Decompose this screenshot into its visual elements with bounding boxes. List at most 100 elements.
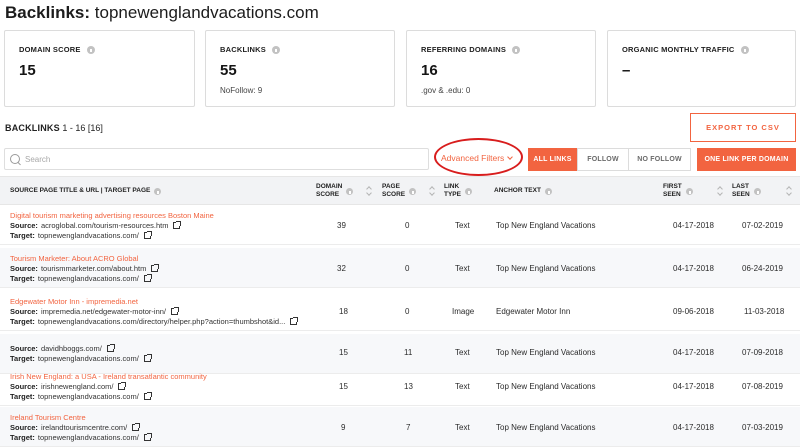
target-url: topnewenglandvacations.com/ (37, 231, 139, 240)
external-link-icon[interactable] (143, 392, 152, 400)
info-icon[interactable] (271, 45, 280, 54)
follow-button[interactable]: FOLLOW (577, 148, 629, 171)
table-row: Tourism Marketer: About ACRO Global Sour… (0, 248, 800, 288)
card-value: 15 (19, 62, 36, 79)
external-link-icon[interactable] (143, 274, 152, 282)
source-label: Source: (10, 307, 38, 316)
col-link-type-2: TYPE (444, 191, 461, 198)
card-value: 55 (220, 62, 237, 79)
table-row: Ireland Tourism Centre Source: irelandtou… (0, 407, 800, 447)
export-csv-button[interactable]: EXPORT TO CSV (690, 113, 796, 142)
col-domain-score-1: DOMAIN (316, 183, 343, 190)
first-seen-cell: 04-17-2018 (673, 264, 714, 273)
info-icon[interactable] (740, 45, 749, 54)
sort-icon[interactable] (429, 186, 435, 196)
info-icon[interactable] (346, 187, 354, 195)
card-value: 16 (421, 62, 438, 79)
source-url: davidhboggs.com/ (40, 344, 102, 353)
external-link-icon[interactable] (171, 307, 179, 315)
col-domain-score-2: SCORE (316, 191, 340, 198)
col-page-score-1: PAGE (382, 183, 400, 190)
external-link-icon[interactable] (290, 317, 299, 325)
info-icon[interactable] (154, 187, 162, 195)
all-links-button[interactable]: ALL LINKS (528, 148, 577, 171)
anchor-text-cell: Top New England Vacations (496, 221, 596, 230)
search-box[interactable] (4, 148, 429, 170)
card-label: REFERRING DOMAINS (421, 45, 507, 54)
last-seen-cell: 06-24-2019 (742, 264, 783, 273)
page-title: Backlinks: topnewenglandvacations.com (5, 3, 319, 23)
source-url: acroglobal.com/tourism-resources.htm (40, 221, 169, 230)
link-type-cell: Text (455, 264, 470, 273)
advanced-filters-toggle[interactable]: Advanced Filters (441, 153, 514, 163)
last-seen-cell: 11-03-2018 (744, 307, 785, 316)
info-icon[interactable] (86, 45, 95, 54)
col-anchor: ANCHOR TEXT (494, 187, 541, 194)
target-url: topnewenglandvacations.com/directory/hel… (37, 317, 286, 326)
source-page-title-link[interactable]: Digital tourism marketing advertising re… (10, 211, 214, 220)
source-page-title-link[interactable]: Irish New England: a USA - Ireland trans… (10, 372, 207, 381)
first-seen-cell: 09-06-2018 (673, 307, 714, 316)
last-seen-cell: 07-09-2018 (742, 348, 783, 357)
domain-score-cell: 9 (341, 423, 346, 432)
page-score-cell: 11 (404, 348, 413, 357)
external-link-icon[interactable] (132, 423, 141, 431)
external-link-icon[interactable] (151, 264, 160, 272)
target-label: Target: (10, 231, 35, 240)
source-page-title-link[interactable]: Tourism Marketer: About ACRO Global (10, 254, 138, 263)
page-score-cell: 13 (404, 382, 413, 391)
table-row: Edgewater Motor Inn - impremedia.net Sou… (0, 291, 800, 331)
info-icon[interactable] (544, 187, 552, 195)
sort-icon[interactable] (717, 186, 723, 196)
source-page-title-link[interactable]: Ireland Tourism Centre (10, 413, 86, 422)
domain-score-cell: 15 (339, 382, 348, 391)
first-seen-cell: 04-17-2018 (673, 221, 714, 230)
info-icon[interactable] (512, 45, 521, 54)
target-label: Target: (10, 274, 35, 283)
external-link-icon[interactable] (143, 231, 152, 239)
anchor-text-cell: Top New England Vacations (496, 382, 596, 391)
info-icon[interactable] (409, 187, 417, 195)
domain-score-cell: 32 (337, 264, 346, 273)
external-link-icon[interactable] (173, 221, 182, 229)
source-label: Source: (10, 221, 38, 230)
card-organic-traffic: ORGANIC MONTHLY TRAFFIC – (607, 30, 796, 107)
link-type-cell: Text (455, 348, 470, 357)
external-link-icon[interactable] (106, 344, 115, 352)
col-last-seen-2: SEEN (732, 191, 750, 198)
anchor-text-cell: Top New England Vacations (496, 423, 596, 432)
info-icon[interactable] (685, 187, 693, 195)
external-link-icon[interactable] (118, 382, 127, 390)
source-url: tourismmarketer.com/about.htm (40, 264, 147, 273)
first-seen-cell: 04-17-2018 (673, 382, 714, 391)
domain-score-cell: 18 (339, 307, 348, 316)
domain-score-cell: 15 (339, 348, 348, 357)
col-link-type-1: LINK (444, 183, 460, 190)
source-label: Source: (10, 344, 38, 353)
source-label: Source: (10, 423, 38, 432)
page-score-cell: 0 (405, 307, 410, 316)
one-link-per-domain-button[interactable]: ONE LINK PER DOMAIN (697, 148, 796, 171)
target-url: topnewenglandvacations.com/ (37, 274, 139, 283)
target-url: topnewenglandvacations.com/ (37, 392, 139, 401)
target-url: topnewenglandvacations.com/ (37, 433, 139, 442)
info-icon[interactable] (464, 187, 472, 195)
search-input[interactable] (25, 154, 405, 164)
link-type-cell: Text (455, 221, 470, 230)
page-title-domain: topnewenglandvacations.com (94, 3, 319, 22)
external-link-icon[interactable] (143, 354, 152, 362)
target-label: Target: (10, 317, 35, 326)
source-label: Source: (10, 264, 38, 273)
sort-icon[interactable] (366, 186, 372, 196)
page-score-cell: 7 (406, 423, 411, 432)
source-label: Source: (10, 382, 38, 391)
sort-icon[interactable] (786, 186, 792, 196)
last-seen-cell: 07-03-2019 (742, 423, 783, 432)
target-label: Target: (10, 433, 35, 442)
page-score-cell: 0 (405, 264, 410, 273)
col-first-seen-1: FIRST (663, 183, 682, 190)
external-link-icon[interactable] (143, 433, 152, 441)
info-icon[interactable] (753, 187, 761, 195)
no-follow-button[interactable]: NO FOLLOW (628, 148, 691, 171)
source-page-title-link[interactable]: Edgewater Motor Inn - impremedia.net (10, 297, 138, 306)
